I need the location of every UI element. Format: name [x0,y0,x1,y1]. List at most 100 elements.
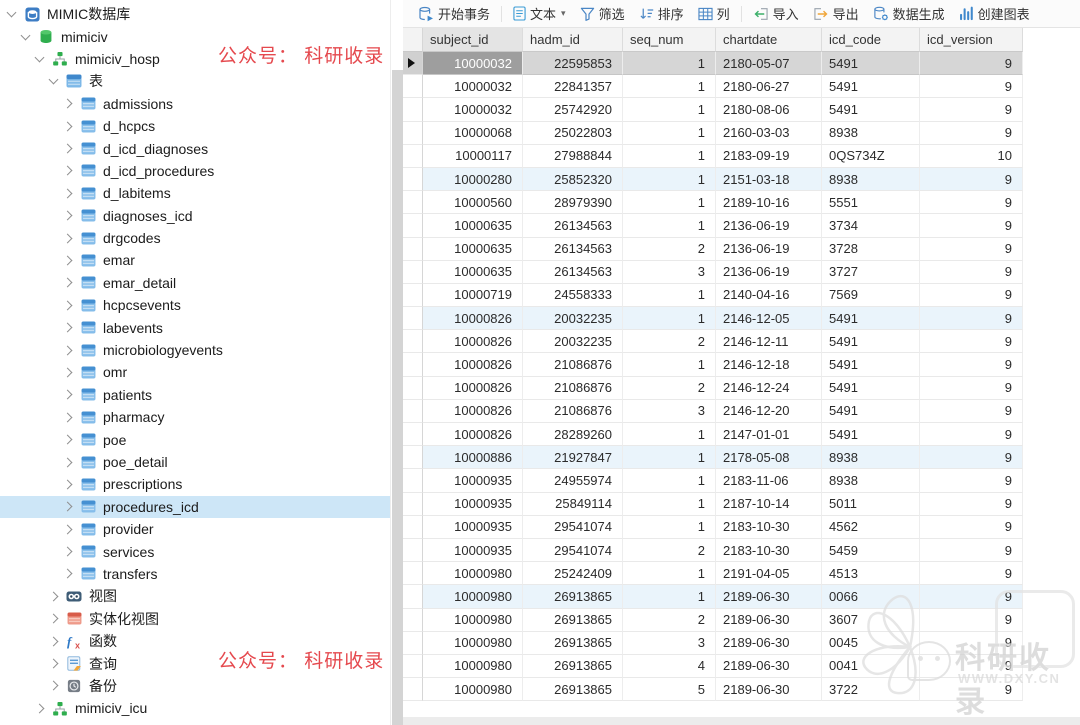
table-row[interactable]: 10000980 26913865 5 2189-06-30 3722 9 [403,678,1080,702]
cell-chartdate[interactable]: 2191-04-05 [716,562,822,586]
chevron-right-icon[interactable] [62,434,73,445]
cell-subject_id[interactable]: 10000826 [423,330,523,354]
tree-item-admissions[interactable]: admissions [0,93,390,115]
cell-icd_version[interactable]: 9 [920,562,1023,586]
tree-item-procedures_icd[interactable]: procedures_icd [0,495,390,518]
table-row[interactable]: 10000980 25242409 1 2191-04-05 4513 9 [403,562,1080,586]
cell-icd_code[interactable]: 5011 [822,492,920,516]
chevron-right-icon[interactable] [62,501,73,512]
cell-icd_code[interactable]: 5491 [822,307,920,331]
table-row[interactable]: 10000068 25022803 1 2160-03-03 8938 9 [403,121,1080,145]
cell-icd_version[interactable]: 9 [920,678,1023,702]
chevron-right-icon[interactable] [62,300,73,311]
row-header-cell[interactable] [403,538,423,563]
table-row[interactable]: 10000935 29541074 2 2183-10-30 5459 9 [403,538,1080,563]
cell-hadm_id[interactable]: 22595853 [523,52,623,76]
cell-icd_code[interactable]: 8938 [822,446,920,470]
table-row[interactable]: 10000635 26134563 3 2136-06-19 3727 9 [403,260,1080,284]
cell-subject_id[interactable]: 10000560 [423,191,523,215]
tree-item-labevents[interactable]: labevents [0,316,390,338]
chevron-down-icon[interactable] [34,52,45,63]
cell-seq_num[interactable]: 3 [623,399,716,423]
cell-subject_id[interactable]: 10000635 [423,214,523,238]
cell-chartdate[interactable]: 2160-03-03 [716,121,822,145]
tree-item-[interactable]: 实体化视图 [0,608,390,630]
cell-chartdate[interactable]: 2189-06-30 [716,631,822,655]
cell-icd_code[interactable]: 4562 [822,515,920,539]
data-generation-button[interactable]: 数据生成 [866,2,952,26]
cell-chartdate[interactable]: 2180-08-06 [716,98,822,122]
cell-icd_version[interactable]: 9 [920,423,1023,447]
table-row[interactable]: 10000635 26134563 2 2136-06-19 3728 9 [403,237,1080,261]
tree-item-services[interactable]: services [0,540,390,562]
cell-hadm_id[interactable]: 26913865 [523,654,623,679]
cell-icd_code[interactable]: 5491 [822,52,920,76]
cell-seq_num[interactable]: 1 [623,446,716,470]
chevron-right-icon[interactable] [62,412,73,423]
column-header-subject_id[interactable]: subject_id [423,28,523,52]
cell-subject_id[interactable]: 10000935 [423,515,523,539]
cell-chartdate[interactable]: 2146-12-11 [716,330,822,354]
cell-icd_version[interactable]: 9 [920,469,1023,493]
chevron-right-icon[interactable] [62,322,73,333]
row-header-cell[interactable] [403,353,423,377]
chevron-right-icon[interactable] [62,165,73,176]
cell-subject_id[interactable]: 10000826 [423,376,523,400]
cell-chartdate[interactable]: 2189-06-30 [716,608,822,632]
cell-seq_num[interactable]: 3 [623,631,716,655]
cell-icd_code[interactable]: 0QS734Z [822,144,920,168]
cell-seq_num[interactable]: 1 [623,423,716,447]
cell-icd_version[interactable]: 9 [920,608,1023,632]
row-header-cell[interactable] [403,585,423,609]
cell-subject_id[interactable]: 10000826 [423,399,523,423]
cell-seq_num[interactable]: 1 [623,562,716,586]
cell-icd_code[interactable]: 5491 [822,75,920,99]
cell-icd_code[interactable]: 8938 [822,121,920,145]
cell-icd_version[interactable]: 9 [920,330,1023,354]
tree-item-emar_detail[interactable]: emar_detail [0,272,390,294]
row-header-cell[interactable] [403,654,423,679]
cell-seq_num[interactable]: 4 [623,654,716,679]
cell-seq_num[interactable]: 1 [623,214,716,238]
cell-icd_version[interactable]: 9 [920,52,1023,76]
table-row[interactable]: 10000980 26913865 1 2189-06-30 0066 9 [403,585,1080,609]
cell-icd_code[interactable]: 5491 [822,98,920,122]
chevron-right-icon[interactable] [48,636,59,647]
sort-button[interactable]: 排序 [632,2,691,26]
table-row[interactable]: 10000826 21086876 3 2146-12-20 5491 9 [403,399,1080,423]
horizontal-scrollbar[interactable] [403,717,1080,725]
columns-button[interactable]: 列 [691,2,737,26]
tree-item-pharmacy[interactable]: pharmacy [0,406,390,428]
cell-subject_id[interactable]: 10000980 [423,631,523,655]
cell-hadm_id[interactable]: 25852320 [523,167,623,192]
row-header-cell[interactable] [403,330,423,354]
chevron-right-icon[interactable] [48,658,59,669]
cell-hadm_id[interactable]: 25022803 [523,121,623,145]
column-header-icd_code[interactable]: icd_code [822,28,920,52]
cell-icd_code[interactable]: 0041 [822,654,920,679]
cell-icd_code[interactable]: 5491 [822,423,920,447]
cell-chartdate[interactable]: 2151-03-18 [716,167,822,192]
chevron-right-icon[interactable] [48,680,59,691]
chevron-down-icon[interactable] [20,30,31,41]
import-button[interactable]: 导入 [746,2,806,26]
cell-icd_code[interactable]: 5491 [822,376,920,400]
cell-subject_id[interactable]: 10000635 [423,237,523,261]
cell-icd_code[interactable]: 3607 [822,608,920,632]
table-row[interactable]: 10000980 26913865 4 2189-06-30 0041 9 [403,654,1080,679]
cell-icd_version[interactable]: 9 [920,492,1023,516]
tree-item-microbiologyevents[interactable]: microbiologyevents [0,339,390,361]
tree-item-d_icd_procedures[interactable]: d_icd_procedures [0,160,390,182]
cell-chartdate[interactable]: 2189-06-30 [716,678,822,702]
cell-hadm_id[interactable]: 25849114 [523,492,623,516]
cell-seq_num[interactable]: 1 [623,353,716,377]
cell-icd_version[interactable]: 9 [920,167,1023,192]
cell-seq_num[interactable]: 2 [623,608,716,632]
tree-item-prescriptions[interactable]: prescriptions [0,473,390,495]
chevron-right-icon[interactable] [62,345,73,355]
cell-hadm_id[interactable]: 21086876 [523,376,623,400]
table-row[interactable]: 10000032 25742920 1 2180-08-06 5491 9 [403,98,1080,122]
chevron-right-icon[interactable] [62,277,73,288]
table-row[interactable]: 10000826 21086876 1 2146-12-18 5491 9 [403,353,1080,377]
cell-seq_num[interactable]: 1 [623,469,716,493]
